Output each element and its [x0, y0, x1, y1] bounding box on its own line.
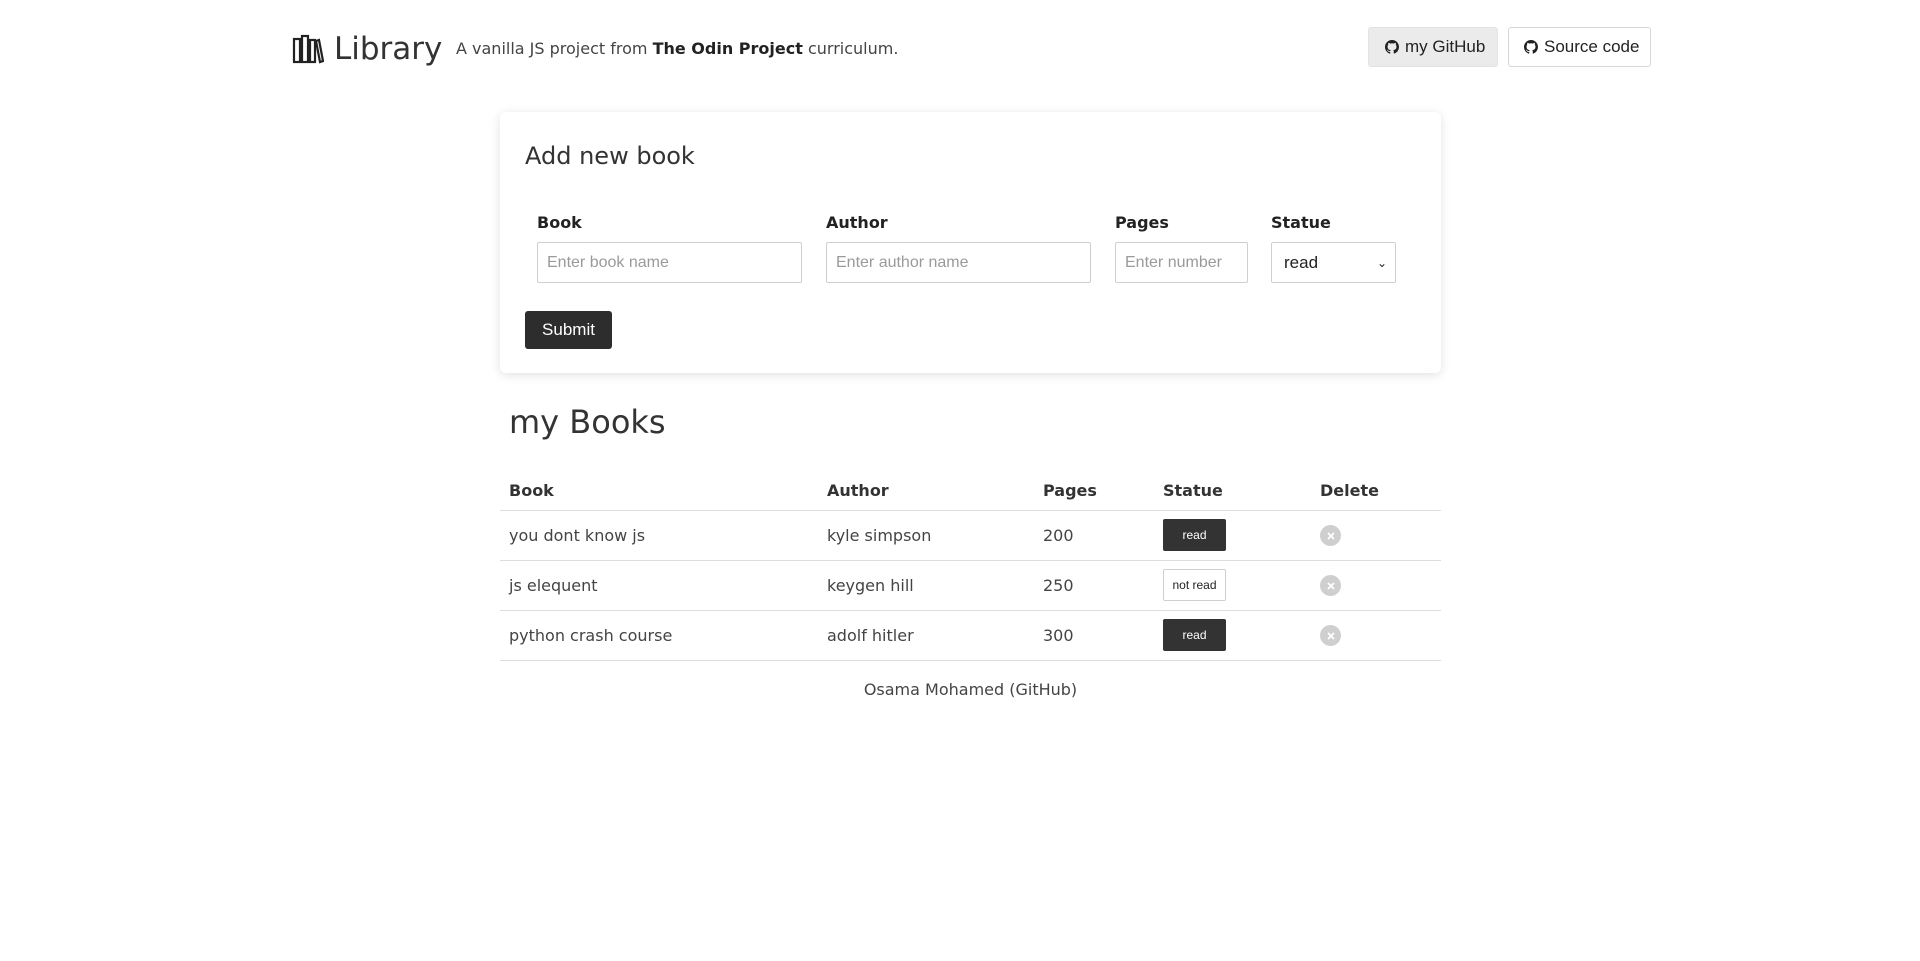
- column-header-pages: Pages: [1043, 481, 1097, 500]
- pages-cell: 200: [1043, 526, 1074, 545]
- app-title: Library: [334, 31, 443, 67]
- author-cell: kyle simpson: [827, 526, 932, 545]
- add-book-card: Add new book Book Author Pages Statue re…: [500, 112, 1441, 373]
- book-title-cell: js elequent: [509, 576, 598, 595]
- delete-button[interactable]: [1320, 525, 1341, 546]
- pages-cell: 300: [1043, 626, 1074, 645]
- github-icon: [1385, 40, 1399, 54]
- github-icon: [1524, 40, 1538, 54]
- tagline-suffix: curriculum.: [802, 39, 899, 58]
- delete-button[interactable]: [1320, 625, 1341, 646]
- column-header-author: Author: [827, 481, 889, 500]
- table-row: you dont know js kyle simpson 200 read: [500, 511, 1441, 561]
- brand: Library: [292, 31, 442, 67]
- author-name-input[interactable]: [826, 242, 1091, 283]
- status-select-value: read: [1284, 252, 1319, 272]
- pages-label: Pages: [1115, 213, 1169, 232]
- books-table: Book Author Pages Statue Delete you dont…: [500, 476, 1441, 661]
- chevron-down-icon: ⌄: [1376, 256, 1387, 270]
- table-row: js elequent keygen hill 250 not read: [500, 561, 1441, 611]
- close-circle-icon: [1326, 531, 1335, 540]
- book-title-cell: you dont know js: [509, 526, 646, 545]
- submit-button[interactable]: Submit: [525, 311, 612, 349]
- status-toggle-button[interactable]: read: [1163, 619, 1226, 651]
- books-icon: [292, 34, 324, 64]
- table-row: python crash course adolf hitler 300 rea…: [500, 611, 1441, 661]
- source-code-button[interactable]: Source code: [1508, 27, 1651, 67]
- footer-credit-link[interactable]: Osama Mohamed (GitHub): [0, 680, 1920, 699]
- close-circle-icon: [1326, 631, 1335, 640]
- page-header: Library A vanilla JS project from The Od…: [0, 0, 1920, 100]
- close-circle-icon: [1326, 581, 1335, 590]
- book-label: Book: [537, 213, 582, 232]
- column-header-status: Statue: [1163, 481, 1223, 500]
- status-label: Statue: [1271, 213, 1331, 232]
- pages-input[interactable]: [1115, 242, 1248, 283]
- status-toggle-button[interactable]: read: [1163, 519, 1226, 551]
- source-code-label: Source code: [1544, 37, 1640, 56]
- tagline-bold: The Odin Project: [652, 39, 803, 58]
- author-cell: keygen hill: [827, 576, 914, 595]
- column-header-delete: Delete: [1320, 481, 1379, 500]
- my-books-title: my Books: [509, 403, 666, 441]
- author-cell: adolf hitler: [827, 626, 914, 645]
- table-header: Book Author Pages Statue Delete: [500, 476, 1441, 511]
- add-book-title: Add new book: [525, 142, 695, 170]
- status-select[interactable]: read ⌄: [1271, 242, 1396, 283]
- my-github-button[interactable]: my GitHub: [1368, 27, 1498, 67]
- book-name-input[interactable]: [537, 242, 802, 283]
- tagline: A vanilla JS project from The Odin Proje…: [456, 39, 898, 58]
- pages-cell: 250: [1043, 576, 1074, 595]
- delete-button[interactable]: [1320, 575, 1341, 596]
- status-toggle-button[interactable]: not read: [1163, 569, 1226, 601]
- column-header-book: Book: [509, 481, 554, 500]
- book-title-cell: python crash course: [509, 626, 673, 645]
- tagline-prefix: A vanilla JS project from: [456, 39, 653, 58]
- author-label: Author: [826, 213, 888, 232]
- my-github-label: my GitHub: [1405, 37, 1486, 56]
